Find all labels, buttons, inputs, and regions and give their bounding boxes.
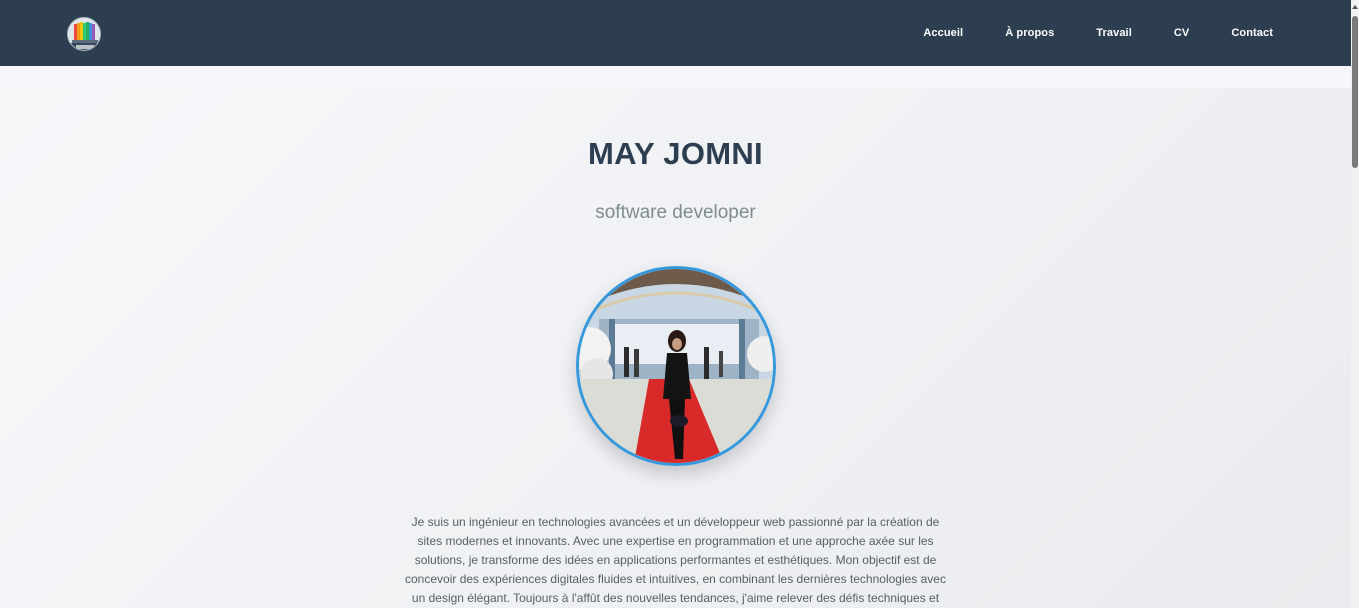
nav-link-contact[interactable]: Contact — [1231, 27, 1273, 39]
hero-name: MAY JOMNI — [588, 136, 763, 171]
nav-link-travail[interactable]: Travail — [1096, 27, 1132, 39]
profile-photo-image — [579, 269, 773, 463]
logo[interactable] — [67, 17, 101, 51]
nav-link-a-propos[interactable]: À propos — [1005, 27, 1054, 39]
nav-link-accueil[interactable]: Accueil — [923, 27, 963, 39]
hero-bio: Je suis un ingénieur en technologies ava… — [405, 515, 946, 605]
books-logo-icon — [68, 18, 100, 50]
hero-section: MAY JOMNI software developer Je suis un … — [0, 88, 1351, 608]
navbar: Accueil À propos Travail CV Contact — [0, 0, 1351, 66]
nav-link-cv[interactable]: CV — [1174, 27, 1189, 39]
hero-role: software developer — [595, 202, 756, 223]
vertical-scrollbar[interactable] — [1351, 0, 1359, 608]
page: Accueil À propos Travail CV Contact MAY … — [0, 0, 1359, 608]
scroll-up-arrow-icon[interactable] — [1351, 0, 1359, 14]
nav-spacer — [0, 66, 1351, 88]
nav-links: Accueil À propos Travail CV Contact — [881, 0, 1273, 66]
profile-photo — [576, 266, 776, 466]
scrollbar-thumb[interactable] — [1352, 16, 1358, 168]
